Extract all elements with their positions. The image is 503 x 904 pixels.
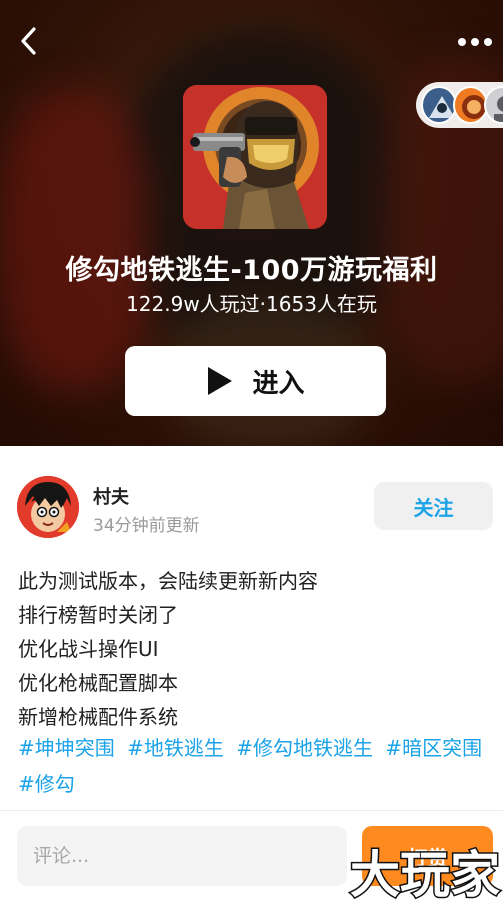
- enter-game-label: 进入: [252, 368, 305, 399]
- active-players-avatars[interactable]: [416, 82, 503, 128]
- game-hero: 修勾地铁逃生-100万游玩福利 122.9w人玩过·1653人在玩 进入: [0, 0, 503, 446]
- follow-button[interactable]: 关注: [374, 482, 493, 530]
- more-button[interactable]: [455, 28, 495, 56]
- divider: [0, 810, 503, 811]
- chevron-left-icon: [21, 27, 36, 55]
- hashtag-link[interactable]: #修勾地铁逃生: [236, 736, 373, 760]
- game-icon[interactable]: [183, 85, 327, 229]
- post-text-line: 优化枪械配置脚本: [18, 671, 178, 695]
- hashtag-link[interactable]: #地铁逃生: [127, 736, 224, 760]
- comment-input[interactable]: [17, 826, 347, 886]
- hashtag-link[interactable]: #暗区突围: [385, 736, 482, 760]
- more-horizontal-icon: [458, 38, 492, 46]
- post-content: 此为测试版本，会陆续更新新内容 排行榜暂时关闭了 优化战斗操作UI 优化枪械配置…: [18, 564, 493, 734]
- post-updated-time: 34分钟前更新: [93, 516, 200, 536]
- back-button[interactable]: [12, 24, 46, 58]
- game-title: 修勾地铁逃生-100万游玩福利: [65, 255, 438, 286]
- author-name[interactable]: 村夫: [93, 483, 129, 509]
- player-avatar: [452, 86, 489, 124]
- hashtag-link[interactable]: #坤坤突围: [18, 736, 115, 760]
- reward-button[interactable]: 打赏: [362, 826, 493, 886]
- post-text-line: 优化战斗操作UI: [18, 637, 159, 661]
- post-text-line: 排行榜暂时关闭了: [18, 603, 178, 627]
- player-avatar: [484, 86, 503, 124]
- post-text-line: 此为测试版本，会陆续更新新内容: [18, 569, 318, 593]
- post-text-line: 新增枪械配件系统: [18, 705, 178, 729]
- enter-game-button[interactable]: 进入: [125, 346, 386, 416]
- post-tags: #坤坤突围 #地铁逃生 #修勾地铁逃生 #暗区突围 #修勾: [18, 730, 496, 802]
- author-avatar[interactable]: [17, 476, 79, 538]
- player-avatar: [421, 86, 457, 124]
- play-icon: [208, 367, 233, 395]
- hashtag-link[interactable]: #修勾: [18, 772, 75, 796]
- game-play-stats: 122.9w人玩过·1653人在玩: [126, 292, 377, 316]
